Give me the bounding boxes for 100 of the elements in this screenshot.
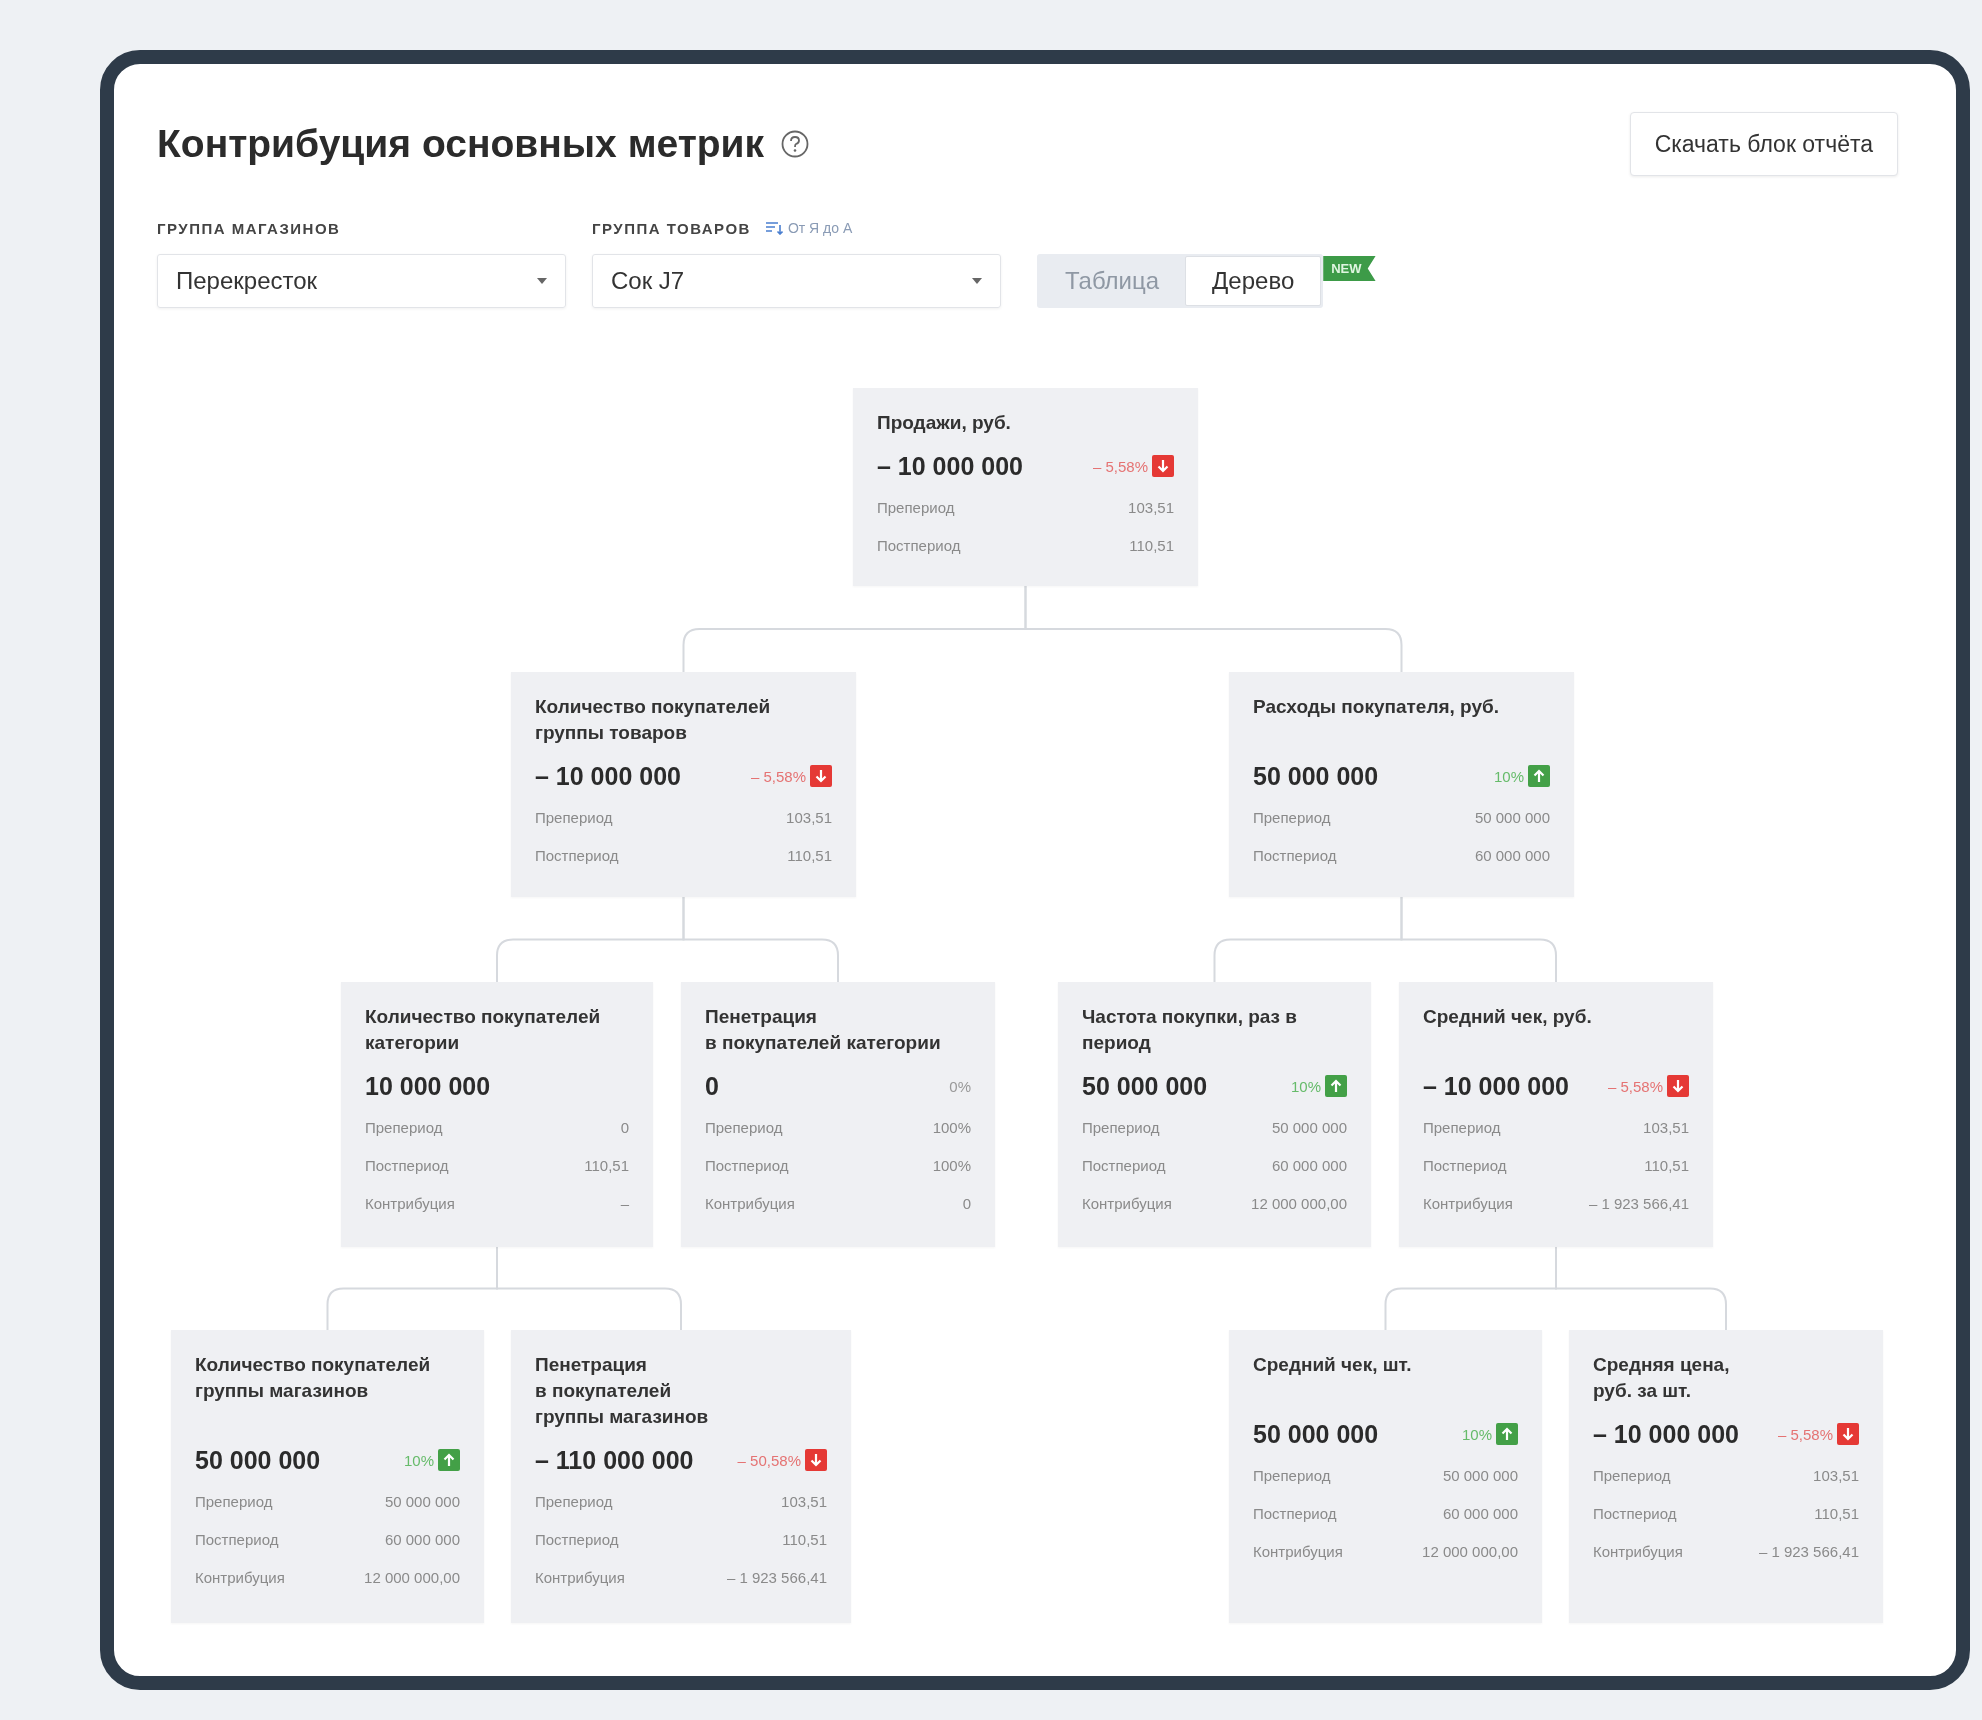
metric-title: Средний чек, руб. <box>1423 1005 1593 1029</box>
row-value: 60 000 000 <box>1474 846 1550 864</box>
row-value: 103,51 <box>1813 1466 1859 1484</box>
row-value: 110,51 <box>1129 536 1174 554</box>
metric-title: Количество покупателей группы магазинов <box>195 1353 432 1403</box>
change-percent: – 50,58% <box>737 1451 801 1469</box>
metric-title: Расходы покупателя, руб. <box>1253 695 1501 719</box>
change-percent: – 5,58% <box>750 767 806 785</box>
metric-title: Средняя цена, руб. за шт. <box>1593 1353 1731 1403</box>
row-label: Постпериод <box>1082 1156 1166 1174</box>
row-label: Препериод <box>1593 1466 1671 1484</box>
row-label: Контрибуция <box>535 1568 625 1586</box>
row-label: Постпериод <box>365 1156 449 1174</box>
metric-value: – 110 000 000 <box>535 1445 694 1475</box>
row-value: 50 000 000 <box>1271 1118 1347 1136</box>
change-percent: 10% <box>1290 1077 1321 1095</box>
row-value: 50 000 000 <box>384 1492 460 1510</box>
row-value: 103,51 <box>1128 498 1174 516</box>
row-value: – 1 923 566,41 <box>1588 1194 1689 1212</box>
metric-value: – 10 000 000 <box>1423 1071 1569 1101</box>
row-label: Препериод <box>877 498 955 516</box>
row-value: 103,51 <box>781 1492 827 1510</box>
row-label: Контрибуция <box>195 1568 285 1586</box>
help-icon[interactable] <box>780 129 811 159</box>
row-label: Препериод <box>535 808 613 826</box>
row-label: Препериод <box>1253 1466 1331 1484</box>
metric-title: Продажи, руб. <box>877 411 1012 435</box>
change-percent: 10% <box>1493 767 1524 785</box>
row-label: Постпериод <box>1253 846 1337 864</box>
change-percent: 0% <box>949 1077 971 1095</box>
metric-value: – 10 000 000 <box>877 451 1023 481</box>
row-label: Постпериод <box>535 1530 619 1548</box>
row-label: Контрибуция <box>365 1194 455 1212</box>
row-label: Контрибуция <box>705 1194 795 1212</box>
row-label: Препериод <box>365 1118 443 1136</box>
row-label: Постпериод <box>877 536 961 554</box>
row-label: Постпериод <box>705 1156 789 1174</box>
change-percent: – 5,58% <box>1607 1077 1663 1095</box>
new-badge: NEW <box>1323 256 1376 281</box>
change-percent: 10% <box>1461 1425 1492 1443</box>
row-value: 103,51 <box>786 808 832 826</box>
metric-value: 10 000 000 <box>365 1071 491 1101</box>
row-value: 103,51 <box>1643 1118 1689 1136</box>
row-label: Препериод <box>195 1492 273 1510</box>
row-label: Препериод <box>1253 808 1331 826</box>
row-label: Постпериод <box>1253 1504 1337 1522</box>
row-label: Препериод <box>535 1492 613 1510</box>
row-value: 0 <box>962 1194 971 1212</box>
row-value: 50 000 000 <box>1474 808 1550 826</box>
row-label: Контрибуция <box>1423 1194 1513 1212</box>
filter-label: ГРУППА МАГАЗИНОВ <box>157 219 341 237</box>
row-value: 0 <box>620 1118 629 1136</box>
dropdown-field[interactable]: Перекресток <box>157 254 566 308</box>
metric-title: Пенетрация в покупателей группы магазинов <box>535 1353 710 1429</box>
filter-label: ГРУППА ТОВАРОВ <box>592 219 751 237</box>
download-button[interactable]: Скачать блок отчёта <box>1629 112 1898 176</box>
row-value: 60 000 000 <box>1271 1156 1347 1174</box>
row-value: 110,51 <box>787 846 832 864</box>
metric-title: Количество покупателей группы товаров <box>535 695 772 745</box>
row-value: 110,51 <box>1814 1504 1859 1522</box>
row-label: Постпериод <box>195 1530 279 1548</box>
metric-value: 50 000 000 <box>1253 1419 1379 1449</box>
change-percent: – 5,58% <box>1777 1425 1833 1443</box>
row-value: 100% <box>932 1156 971 1174</box>
row-value: – 1 923 566,41 <box>726 1568 827 1586</box>
row-label: Контрибуция <box>1593 1542 1683 1560</box>
metric-title: Средний чек, шт. <box>1253 1353 1413 1377</box>
caret-icon <box>972 278 982 284</box>
row-label: Препериод <box>705 1118 783 1136</box>
row-value: 60 000 000 <box>384 1530 460 1548</box>
row-value: – <box>620 1194 629 1212</box>
caret-icon <box>537 278 547 284</box>
row-label: Постпериод <box>535 846 619 864</box>
row-value: – 1 923 566,41 <box>1758 1542 1859 1560</box>
metric-value: – 10 000 000 <box>1593 1419 1739 1449</box>
metric-value: 0 <box>705 1071 719 1101</box>
dropdown-field[interactable]: Сок J7 <box>592 254 1001 308</box>
metric-value: 50 000 000 <box>195 1445 321 1475</box>
row-value: 110,51 <box>782 1530 827 1548</box>
row-value: 12 000 000,00 <box>364 1568 460 1586</box>
row-label: Препериод <box>1423 1118 1501 1136</box>
row-value: 110,51 <box>584 1156 629 1174</box>
row-label: Контрибуция <box>1082 1194 1172 1212</box>
row-value: 60 000 000 <box>1442 1504 1518 1522</box>
row-value: 50 000 000 <box>1442 1466 1518 1484</box>
change-percent: 10% <box>403 1451 434 1469</box>
metric-title: Количество покупателей категории <box>365 1005 602 1055</box>
change-percent: – 5,58% <box>1092 457 1148 475</box>
metric-value: – 10 000 000 <box>535 761 681 791</box>
row-label: Контрибуция <box>1253 1542 1343 1560</box>
metric-title: Пенетрация в покупателей категории <box>705 1005 942 1055</box>
row-label: Постпериод <box>1593 1504 1677 1522</box>
metric-value: 50 000 000 <box>1082 1071 1208 1101</box>
row-label: Постпериод <box>1423 1156 1507 1174</box>
sort-icon <box>764 221 783 235</box>
view-tab[interactable]: Дерево <box>1185 256 1322 306</box>
row-label: Препериод <box>1082 1118 1160 1136</box>
block-title: Контрибуция основных метрик <box>157 122 765 166</box>
row-value: 12 000 000,00 <box>1251 1194 1347 1212</box>
row-value: 110,51 <box>1644 1156 1689 1174</box>
